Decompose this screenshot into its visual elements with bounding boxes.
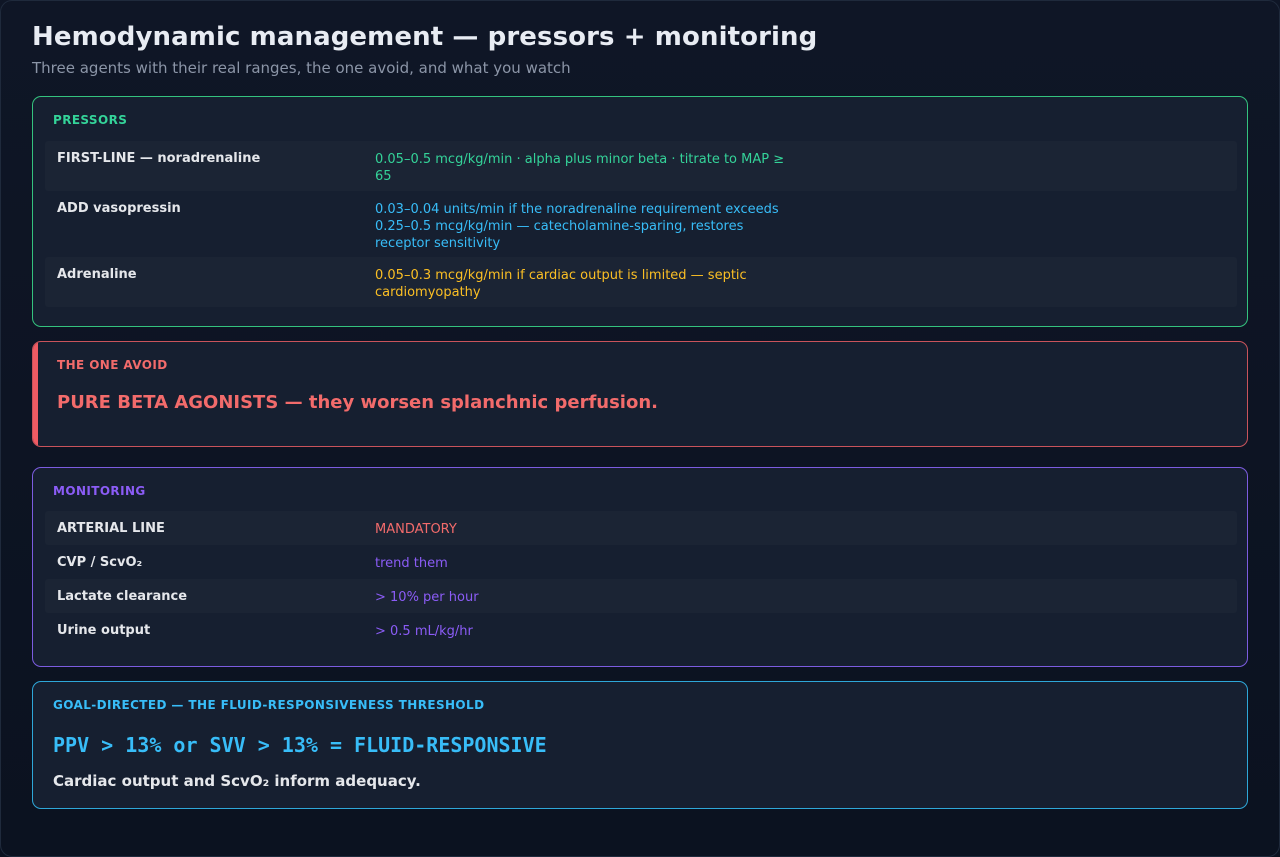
pressor-row-noradrenaline: FIRST-LINE — noradrenaline 0.05–0.5 mcg/… bbox=[45, 141, 1237, 191]
avoid-statement: PURE BETA AGONISTS — they worsen splanch… bbox=[57, 392, 658, 413]
avoid-card: THE ONE AVOID PURE BETA AGONISTS — they … bbox=[32, 341, 1248, 447]
pressor-name: ADD vasopressin bbox=[57, 201, 181, 216]
goal-label: GOAL-DIRECTED — THE FLUID-RESPONSIVENESS… bbox=[53, 698, 485, 712]
pressor-dose: 0.05–0.3 mcg/kg/min if cardiac output is… bbox=[375, 268, 747, 300]
monitor-name: CVP / ScvO₂ bbox=[57, 555, 143, 570]
monitor-row-cvp: CVP / ScvO₂ trend them bbox=[45, 545, 1237, 579]
monitor-value: > 0.5 mL/kg/hr bbox=[375, 624, 473, 639]
pressor-dose: 0.05–0.5 mcg/kg/min · alpha plus minor b… bbox=[375, 152, 785, 184]
monitor-row-lactate: Lactate clearance > 10% per hour bbox=[45, 579, 1237, 613]
goal-formula: PPV > 13% or SVV > 13% = FLUID-RESPONSIV… bbox=[53, 733, 547, 757]
monitor-value: MANDATORY bbox=[375, 522, 457, 537]
goal-card: GOAL-DIRECTED — THE FLUID-RESPONSIVENESS… bbox=[32, 681, 1248, 809]
pressor-row-adrenaline: Adrenaline 0.05–0.3 mcg/kg/min if cardia… bbox=[45, 257, 1237, 307]
page-title: Hemodynamic management — pressors + moni… bbox=[32, 22, 818, 52]
page-header: Hemodynamic management — pressors + moni… bbox=[32, 22, 817, 77]
pressor-dose: 0.03–0.04 units/min if the noradrenaline… bbox=[375, 202, 779, 251]
monitor-name: ARTERIAL LINE bbox=[57, 521, 165, 536]
monitoring-card: MONITORING ARTERIAL LINE MANDATORY CVP /… bbox=[32, 467, 1248, 667]
monitor-row-urine: Urine output > 0.5 mL/kg/hr bbox=[45, 613, 1237, 647]
page-subtitle: Three agents with their real ranges, the… bbox=[32, 59, 571, 77]
pressor-row-vasopressin: ADD vasopressin 0.03–0.04 units/min if t… bbox=[45, 191, 1237, 257]
monitor-value: > 10% per hour bbox=[375, 590, 479, 605]
pressors-label: PRESSORS bbox=[53, 113, 128, 127]
avoid-label: THE ONE AVOID bbox=[57, 358, 168, 372]
monitor-value: trend them bbox=[375, 556, 448, 571]
avoid-accent-bar bbox=[33, 342, 38, 446]
monitor-row-arterial-line: ARTERIAL LINE MANDATORY bbox=[45, 511, 1237, 545]
pressors-card: PRESSORS FIRST-LINE — noradrenaline 0.05… bbox=[32, 96, 1248, 327]
monitoring-label: MONITORING bbox=[53, 484, 146, 498]
goal-note: Cardiac output and ScvO₂ inform adequacy… bbox=[53, 772, 421, 790]
monitor-name: Urine output bbox=[57, 623, 151, 638]
monitor-name: Lactate clearance bbox=[57, 589, 188, 604]
pressor-name: Adrenaline bbox=[57, 267, 137, 282]
pressor-name: FIRST-LINE — noradrenaline bbox=[57, 151, 261, 166]
